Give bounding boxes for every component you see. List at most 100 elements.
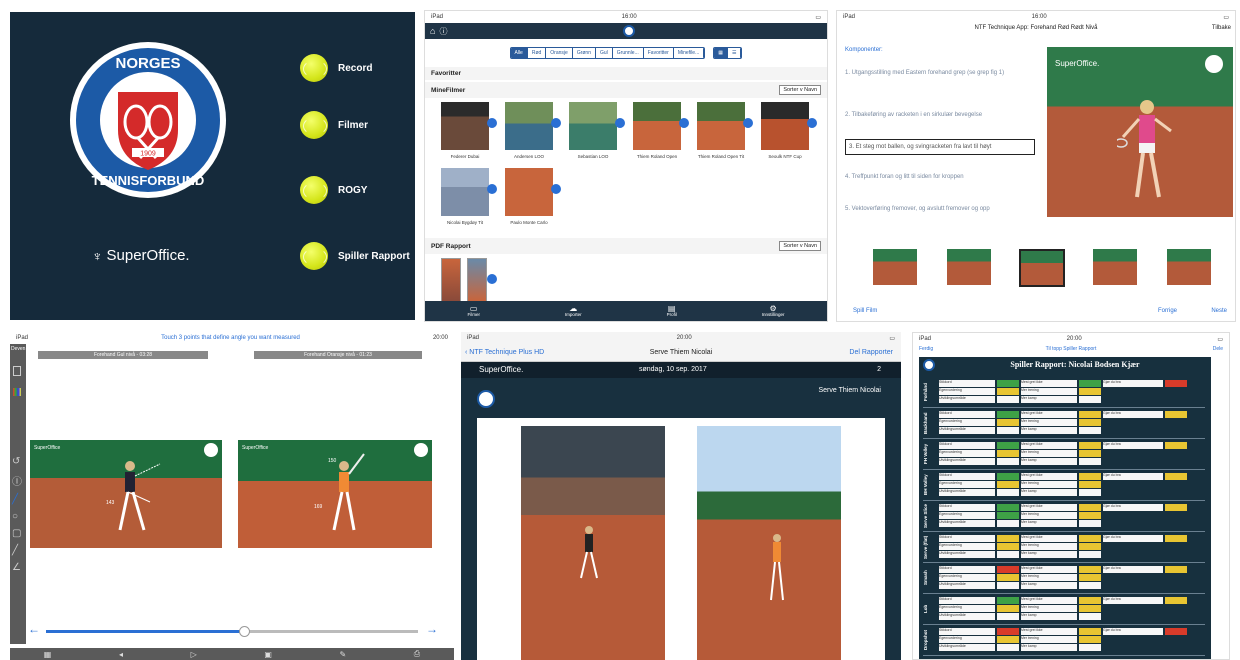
previous-button[interactable]: Forrige xyxy=(1158,308,1177,314)
sort-button[interactable]: Sorter v Navn xyxy=(779,241,821,251)
play-icon[interactable] xyxy=(487,184,497,194)
toolbar-label: Deven xyxy=(11,346,26,352)
level-filter[interactable]: Alle Rød Oransje Grønn Gul Grunnle... Fa… xyxy=(509,47,706,59)
play-icon[interactable] xyxy=(551,118,561,128)
frame-thumb[interactable] xyxy=(947,249,991,285)
filter-grunnle[interactable]: Grunnle... xyxy=(612,48,644,58)
pdf-thumb[interactable] xyxy=(467,258,487,302)
video-thumb[interactable]: Andersen LOO xyxy=(505,102,561,159)
grid-icon[interactable]: ▦ xyxy=(44,650,52,659)
play-icon[interactable] xyxy=(615,118,625,128)
back-button[interactable]: Tilbake xyxy=(1212,25,1231,31)
report-date: søndag, 10 sep. 2017 xyxy=(639,366,707,373)
rating-cell xyxy=(1165,419,1187,426)
share-button[interactable]: Dele xyxy=(1213,346,1223,352)
right-label: Gjør du bra xyxy=(1103,535,1163,542)
lock-icon[interactable]: ▣ xyxy=(264,650,272,659)
player-figure xyxy=(770,534,784,601)
play-icon[interactable] xyxy=(743,118,753,128)
video-thumb[interactable]: Thiem Roland Open xyxy=(633,102,689,159)
color-picker-icon[interactable] xyxy=(13,388,21,396)
component-item[interactable]: 2. Tilbakeføring av racketen i en sirkul… xyxy=(845,111,1035,119)
info-icon[interactable]: ⓘ xyxy=(439,26,447,37)
filter-alle[interactable]: Alle xyxy=(510,48,528,58)
filter-minefile[interactable]: Minefile... xyxy=(673,48,705,58)
filter-oransje[interactable]: Oransje xyxy=(546,48,573,58)
menu-filmer-button[interactable]: Filmer xyxy=(300,111,368,139)
undo-icon[interactable]: ↺ xyxy=(12,456,24,467)
tab-profil[interactable]: ▤ Profil xyxy=(667,304,677,317)
serve-photo-right[interactable] xyxy=(697,426,841,660)
next-button[interactable]: Neste xyxy=(1211,308,1227,314)
tab-filmer[interactable]: ▭ Filmer xyxy=(467,304,480,317)
pen-icon[interactable]: ╱ xyxy=(12,545,24,556)
filter-rod[interactable]: Rød xyxy=(527,48,547,58)
video-thumb[interactable]: Sebastian LOO xyxy=(569,102,625,159)
sort-button[interactable]: Sorter v Navn xyxy=(779,85,821,95)
list-view-icon[interactable]: ☰ xyxy=(728,48,742,58)
video-left[interactable]: SuperOffice 143 xyxy=(30,440,222,548)
angle-icon[interactable]: ∠ xyxy=(12,562,24,573)
pdf-thumb[interactable] xyxy=(441,258,461,302)
play-icon[interactable] xyxy=(551,184,561,194)
frame-thumb[interactable] xyxy=(1093,249,1137,285)
video-thumb[interactable]: Nicolai Bygdøy Tit xyxy=(441,168,497,225)
technique-video[interactable]: SuperOffice. xyxy=(1047,47,1233,217)
rating-cell xyxy=(1165,582,1187,589)
menu-record-button[interactable]: Record xyxy=(300,54,372,82)
filter-gul[interactable]: Gul xyxy=(595,48,613,58)
circle-icon[interactable]: ○ xyxy=(12,511,24,522)
step-back-icon[interactable]: ◂ xyxy=(119,650,123,659)
rating-cell xyxy=(1079,481,1101,488)
play-icon[interactable] xyxy=(807,118,817,128)
video-thumb[interactable]: Seoulk NTF Cup xyxy=(761,102,817,159)
frame-thumb[interactable] xyxy=(873,249,917,285)
play-icon[interactable] xyxy=(679,118,689,128)
video-right[interactable]: SuperOffice 150 169 xyxy=(238,440,432,548)
play-film-button[interactable]: Spill Film xyxy=(853,308,877,314)
component-item[interactable]: 1. Utgangsstilling med Eastern forehand … xyxy=(845,69,1035,77)
timeline-handle[interactable] xyxy=(239,626,251,637)
scroll-top-button[interactable]: Til topp Spiller Rapport xyxy=(913,346,1229,352)
share-report-button[interactable]: Del Rapporter xyxy=(849,349,893,356)
frame-thumb-selected[interactable] xyxy=(1019,249,1065,287)
menu-spiller-rapport-button[interactable]: Spiller Rapport xyxy=(300,242,410,270)
serve-photo-left[interactable] xyxy=(521,426,665,660)
video-thumb[interactable]: Federer Dubai xyxy=(441,102,497,159)
component-item-selected[interactable]: 3. Et steg mot ballen, og svingracketen … xyxy=(845,139,1035,155)
arrow-right-icon[interactable]: → xyxy=(426,622,438,636)
filter-favoritter[interactable]: Favoritter xyxy=(643,48,674,58)
play-icon[interactable] xyxy=(487,118,497,128)
rating-cell xyxy=(1079,512,1101,519)
frame-thumb[interactable] xyxy=(1167,249,1211,285)
home-icon[interactable]: ⌂ xyxy=(430,26,435,36)
line-icon[interactable]: ╱ xyxy=(12,494,24,505)
ntf-small-logo xyxy=(623,25,636,37)
tab-innstillinger[interactable]: ⚙ Innstillinger xyxy=(762,304,785,317)
video-thumb[interactable]: Thiem Roland Open Tit xyxy=(697,102,753,159)
component-item[interactable]: 4. Treffpunkt foran og litt til siden fo… xyxy=(845,173,1035,181)
right-label xyxy=(1103,427,1163,434)
grid-view-icon[interactable]: ▦ xyxy=(714,48,728,58)
text-icon[interactable]: Ⓘ xyxy=(12,473,24,488)
play-icon[interactable]: ▷ xyxy=(191,650,197,659)
mid-label: Mer trening xyxy=(1021,512,1077,519)
video-thumb[interactable]: Paulo Monte Carlo xyxy=(505,168,561,225)
play-icon[interactable] xyxy=(487,274,497,284)
group-label: Forhånd xyxy=(923,383,928,401)
export-icon[interactable]: ⎙ xyxy=(414,649,420,659)
mid-label: Mest grei ikke xyxy=(1021,628,1077,635)
component-item[interactable]: 5. Vektoverføring fremover, og avslutt f… xyxy=(845,205,1035,213)
rect-icon[interactable]: ▢ xyxy=(12,528,24,539)
ruler-icon[interactable] xyxy=(13,366,21,376)
row-label: Egenvurdering xyxy=(939,481,995,488)
view-toggle[interactable]: ▦ ☰ xyxy=(713,47,743,59)
tab-importer[interactable]: ☁ Importer xyxy=(565,304,582,317)
film-library-screen: iPad 16:00 ▭ ⌂ ⓘ Alle Rød Oransje Grønn … xyxy=(424,10,828,322)
menu-rogy-button[interactable]: ROGY xyxy=(300,176,367,204)
serve-report-screen: iPad 20:00 ▭ ‹ NTF Technique Plus HD Ser… xyxy=(461,332,901,660)
arrow-left-icon[interactable]: ← xyxy=(28,622,40,636)
edit-icon[interactable]: ✎ xyxy=(339,650,346,659)
filter-gronn[interactable]: Grønn xyxy=(572,48,596,58)
timeline-track[interactable] xyxy=(46,626,418,637)
